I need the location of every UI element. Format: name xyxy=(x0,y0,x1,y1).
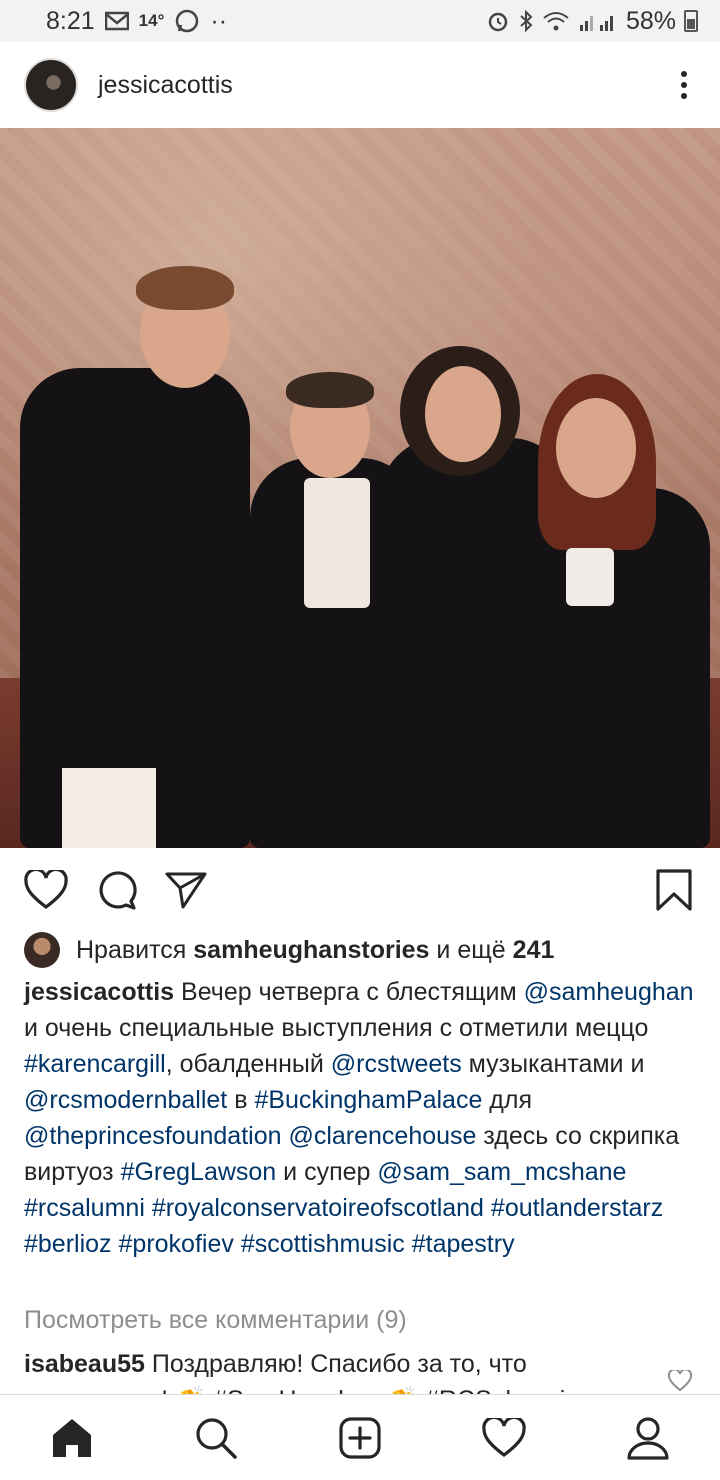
weather-temperature: 14° xyxy=(138,11,165,30)
caption-text xyxy=(484,1194,491,1222)
caption-text: в xyxy=(227,1086,255,1114)
likes-count[interactable]: 241 xyxy=(513,936,555,965)
bottom-navigation xyxy=(0,1394,720,1480)
caption-text: для xyxy=(482,1086,533,1114)
comment-preview: isabeau55 Поздравляю! Спасибо за то, что… xyxy=(24,1346,664,1396)
post-header: jessicacottis xyxy=(0,42,720,128)
bookmark-icon[interactable] xyxy=(650,866,698,914)
gmail-icon xyxy=(104,8,129,34)
hashtag-link[interactable]: #GregLawson xyxy=(121,1158,277,1186)
alarm-icon xyxy=(486,8,510,34)
likes-prefix: Нравится xyxy=(76,935,187,964)
more-options-icon[interactable] xyxy=(672,65,696,105)
post-photo[interactable] xyxy=(0,128,720,848)
comment-like-icon[interactable] xyxy=(667,1368,693,1394)
bluetooth-icon xyxy=(518,8,534,34)
caption-text: и супер xyxy=(276,1158,378,1186)
mention-link[interactable]: @samheughan xyxy=(524,978,694,1006)
notification-dots: ·· xyxy=(210,6,228,35)
caption-text: музыкантами и xyxy=(461,1050,645,1078)
hashtag-link[interactable]: #royalconservatoireofscotland xyxy=(152,1194,484,1222)
profile-icon[interactable] xyxy=(623,1413,673,1463)
add-post-icon[interactable] xyxy=(335,1413,385,1463)
author-avatar[interactable] xyxy=(24,58,78,112)
hashtag-link[interactable]: #outlanderstarz xyxy=(491,1194,663,1222)
search-icon[interactable] xyxy=(191,1413,241,1463)
liker-avatar xyxy=(24,932,60,968)
caption-text xyxy=(145,1194,152,1222)
signal-icon xyxy=(578,8,618,34)
caption-text xyxy=(405,1230,412,1258)
post-caption: jessicacottis Вечер четверга с блестящим… xyxy=(24,974,704,1262)
hashtag-link[interactable]: #BuckinghamPalace xyxy=(254,1086,482,1114)
mention-link[interactable]: @theprincesfoundation xyxy=(24,1122,282,1150)
wifi-icon xyxy=(542,8,570,34)
mention-link[interactable]: @rcsmodernballet xyxy=(24,1086,227,1114)
hashtag-link[interactable]: #tapestry xyxy=(412,1230,515,1258)
caption-text xyxy=(234,1230,241,1258)
comment-icon[interactable] xyxy=(92,866,140,914)
mention-link[interactable]: @clarencehouse xyxy=(288,1122,476,1150)
mention-link[interactable]: @rcstweets xyxy=(331,1050,462,1078)
battery-percent: 58% xyxy=(625,6,676,35)
hashtag-link[interactable]: #scottishmusic xyxy=(241,1230,405,1258)
hashtag-link[interactable]: #rcsalumni xyxy=(24,1194,145,1222)
likes-middle: и ещё xyxy=(436,935,506,964)
caption-text: и очень специальные выступления с отмети… xyxy=(24,1014,649,1042)
likes-user[interactable]: samheughanstories xyxy=(193,936,429,965)
mention-link[interactable]: @sam_sam_mcshane xyxy=(377,1158,626,1186)
caption-text xyxy=(112,1230,119,1258)
view-all-comments-link[interactable]: Посмотреть все комментарии (9) xyxy=(24,1306,407,1335)
hashtag-link[interactable]: #berlioz xyxy=(24,1230,112,1258)
post-actions xyxy=(0,848,720,932)
caption-text: , обалденный xyxy=(165,1050,331,1078)
hashtag-link[interactable]: #karencargill xyxy=(24,1050,166,1078)
whatsapp-icon xyxy=(174,8,200,34)
status-time: 8:21 xyxy=(46,6,95,35)
comment-username[interactable]: isabeau55 xyxy=(24,1350,145,1378)
activity-heart-icon[interactable] xyxy=(479,1413,529,1463)
home-icon[interactable] xyxy=(47,1413,97,1463)
author-username[interactable]: jessicacottis xyxy=(98,71,233,100)
caption-text: Вечер четверга с блестящим xyxy=(174,978,524,1006)
like-heart-icon[interactable] xyxy=(22,866,70,914)
hashtag-link[interactable]: #prokofiev xyxy=(119,1230,234,1258)
share-icon[interactable] xyxy=(162,866,210,914)
status-bar: 8:21 14° ·· 58% xyxy=(0,0,720,42)
caption-username[interactable]: jessicacottis xyxy=(24,978,174,1006)
likes-summary[interactable]: Нравится samheughanstories и ещё 241 xyxy=(24,932,554,968)
battery-icon xyxy=(684,10,698,32)
